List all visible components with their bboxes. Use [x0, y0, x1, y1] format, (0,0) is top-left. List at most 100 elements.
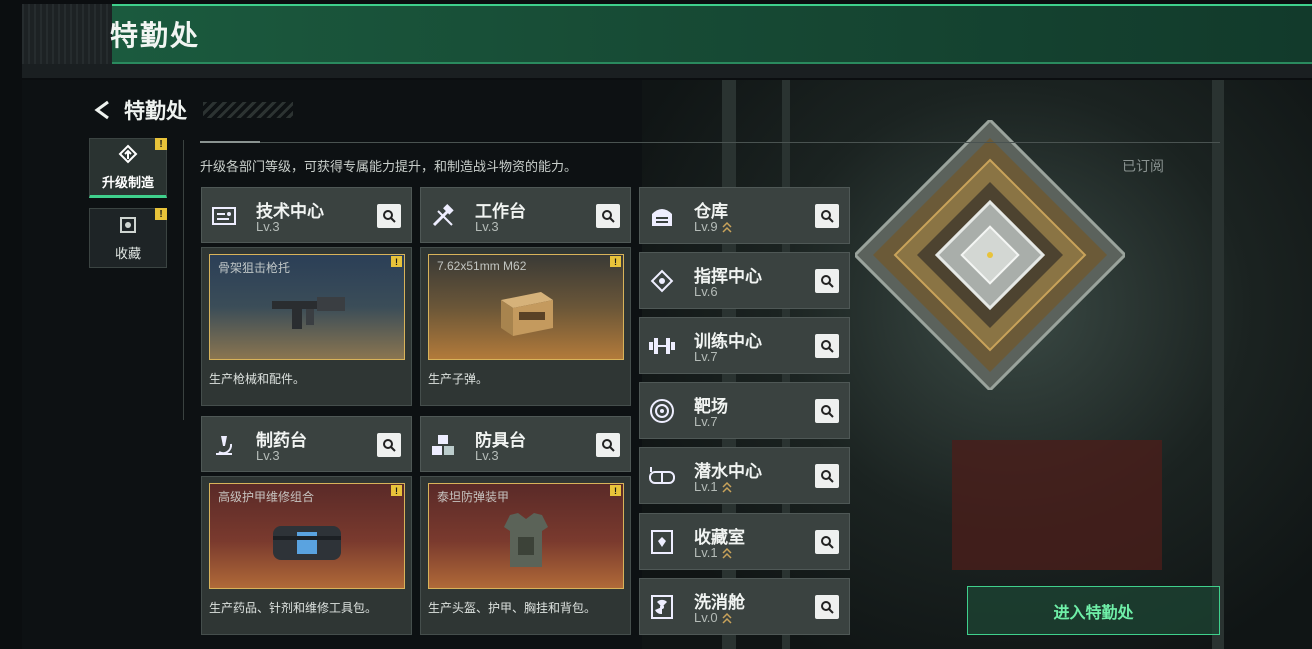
collection-icon	[648, 528, 676, 556]
workbench-level: Lv.3	[256, 448, 280, 463]
title-bar	[22, 4, 1312, 78]
search-button[interactable]	[377, 204, 401, 228]
card-body[interactable]: 高级护甲维修组合 ! 生产药品、针剂和维修工具包。	[201, 476, 412, 635]
search-button[interactable]	[815, 530, 839, 554]
product-preview[interactable]: 泰坦防弹装甲 !	[428, 483, 624, 589]
facility-level: Lv.7	[694, 349, 718, 364]
magnifier-icon	[821, 210, 834, 223]
product-preview[interactable]: 7.62x51mm M62 !	[428, 254, 624, 360]
magnifier-icon	[821, 601, 834, 614]
page-header: 特勤处	[92, 95, 293, 125]
facility-level: Lv.1	[694, 545, 718, 560]
collection-icon	[118, 215, 138, 240]
title-bar-stripe	[22, 4, 112, 64]
microscope-icon	[210, 431, 238, 459]
search-button[interactable]	[815, 334, 839, 358]
workbench-level: Lv.3	[475, 448, 499, 463]
facility-level: Lv.7	[694, 414, 718, 429]
facility-warehouse[interactable]: 仓库 Lv.9	[639, 187, 850, 244]
tab-upgrade-craft[interactable]: ! 升级制造	[89, 138, 167, 198]
facility-diving-center[interactable]: 潜水中心 Lv.1	[639, 447, 850, 504]
product-name: 高级护甲维修组合	[218, 490, 315, 504]
dumbbell-icon	[648, 332, 676, 360]
facility-shooting-range[interactable]: 靶场 Lv.7	[639, 382, 850, 439]
card-header[interactable]: 技术中心 Lv.3	[201, 187, 412, 243]
tab-collection[interactable]: ! 收藏	[89, 208, 167, 268]
ammo-box-icon	[501, 292, 553, 337]
facility-training-center[interactable]: 训练中心 Lv.7	[639, 317, 850, 374]
card-body[interactable]: 骨架狙击枪托 ! 生产枪械和配件。	[201, 247, 412, 406]
facility-decontamination-pod[interactable]: 洗消舱 Lv.0	[639, 578, 850, 635]
facility-level-row: Lv.7	[694, 414, 718, 429]
product-preview[interactable]: 骨架狙击枪托 !	[209, 254, 405, 360]
workbench-level: Lv.3	[475, 219, 499, 234]
app-title: 特勤处	[110, 20, 201, 51]
notification-badge: !	[391, 256, 402, 267]
product-name: 7.62x51mm M62	[437, 259, 527, 273]
upgrade-chevron-icon	[722, 547, 732, 559]
upgrade-chevron-icon	[722, 221, 732, 233]
facility-level: Lv.6	[694, 284, 718, 299]
workbench-card-pharmacy[interactable]: 制药台 Lv.3 高级护甲维修组合 ! 生产药品、针剂和维修工具包。	[201, 416, 412, 635]
magnifier-icon	[821, 275, 834, 288]
magnifier-icon	[383, 210, 396, 223]
body-armor-icon	[504, 513, 548, 568]
repair-kit-bag-icon	[273, 526, 341, 561]
facility-level-row: Lv.1	[694, 479, 732, 494]
facility-collection-room[interactable]: 收藏室 Lv.1	[639, 513, 850, 570]
divider	[200, 141, 1220, 143]
radiation-icon	[648, 593, 676, 621]
magnifier-icon	[383, 439, 396, 452]
title-strip	[112, 4, 1312, 64]
workbench-level: Lv.3	[256, 219, 280, 234]
magnifier-icon	[821, 536, 834, 549]
workbench-card-armor[interactable]: 防具台 Lv.3 泰坦防弹装甲 ! 生产头盔、护甲、胸挂和背包。	[420, 416, 631, 635]
workbench-card-tech-center[interactable]: 技术中心 Lv.3 骨架狙击枪托 ! 生产枪械和配件。	[201, 187, 412, 406]
product-preview[interactable]: 高级护甲维修组合 !	[209, 483, 405, 589]
back-arrow-icon[interactable]	[92, 99, 114, 121]
search-button[interactable]	[596, 433, 620, 457]
upgrade-icon	[117, 144, 139, 169]
facility-level-row: Lv.6	[694, 284, 718, 299]
facility-level: Lv.9	[694, 219, 718, 234]
card-header[interactable]: 制药台 Lv.3	[201, 416, 412, 472]
boxes-icon	[429, 431, 457, 459]
title-hatch-decoration	[203, 102, 293, 118]
card-header[interactable]: 工作台 Lv.3	[420, 187, 631, 243]
circuit-board-icon	[210, 202, 238, 230]
chip-icon	[648, 267, 676, 295]
search-button[interactable]	[815, 399, 839, 423]
search-button[interactable]	[815, 595, 839, 619]
enter-special-ops-button[interactable]: 进入特勤处	[967, 586, 1220, 635]
facility-level-row: Lv.9	[694, 219, 732, 234]
card-body[interactable]: 7.62x51mm M62 ! 生产子弹。	[420, 247, 631, 406]
upgrade-chevron-icon	[722, 612, 732, 624]
magnifier-icon	[821, 340, 834, 353]
upgrade-chevron-icon	[722, 481, 732, 493]
search-button[interactable]	[815, 464, 839, 488]
magnifier-icon	[602, 210, 615, 223]
product-name: 泰坦防弹装甲	[437, 490, 510, 504]
workbench-card-workbench[interactable]: 工作台 Lv.3 7.62x51mm M62 ! 生产子弹。	[420, 187, 631, 406]
scene-pipe	[1212, 80, 1224, 649]
facility-command-center[interactable]: 指挥中心 Lv.6	[639, 252, 850, 309]
search-button[interactable]	[815, 269, 839, 293]
scene-red-glow	[952, 440, 1162, 570]
product-caption: 生产药品、针剂和维修工具包。	[209, 601, 378, 615]
tab-label: 收藏	[114, 245, 141, 261]
card-body[interactable]: 泰坦防弹装甲 ! 生产头盔、护甲、胸挂和背包。	[420, 476, 631, 635]
magnifier-icon	[602, 439, 615, 452]
divider	[183, 140, 184, 420]
magnifier-icon	[821, 470, 834, 483]
search-button[interactable]	[596, 204, 620, 228]
notification-badge: !	[155, 138, 167, 150]
search-button[interactable]	[377, 433, 401, 457]
warehouse-icon	[648, 202, 676, 230]
card-header[interactable]: 防具台 Lv.3	[420, 416, 631, 472]
product-caption: 生产枪械和配件。	[209, 372, 306, 386]
subscribed-status: 已订阅	[1122, 158, 1164, 174]
search-button[interactable]	[815, 204, 839, 228]
product-name: 骨架狙击枪托	[218, 261, 291, 275]
target-icon	[648, 397, 676, 425]
facility-level-row: Lv.0	[694, 610, 732, 625]
